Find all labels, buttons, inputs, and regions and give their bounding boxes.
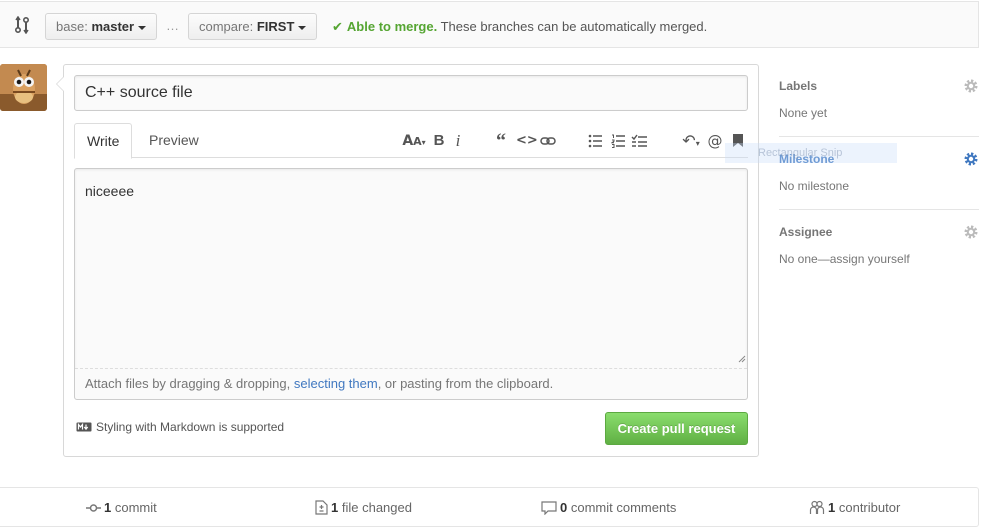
compare-prefix: compare: [199,19,254,34]
italic-icon[interactable]: i [449,131,467,151]
comments-summary[interactable]: 0 commit comments [541,500,676,515]
compare-bar: base: master … compare: FIRST ✔ Able to m… [0,1,979,48]
tab-preview[interactable]: Preview [137,123,211,158]
resize-grip-icon[interactable] [738,355,746,363]
check-icon: ✔ [332,19,343,34]
task-list-icon[interactable] [630,131,648,151]
attach-text-after: , or pasting from the clipboard. [377,376,554,391]
chevron-down-icon [298,25,307,30]
ordered-list-icon[interactable] [609,131,627,151]
contributors-count: 1 [828,500,836,515]
compare-summary: 1 commit 1 file changed 0 commit comment… [0,487,979,527]
files-label: file changed [341,500,412,515]
compare-separator: … [166,18,179,33]
link-icon[interactable] [539,131,557,151]
commit-icon [86,504,101,512]
select-files-link[interactable]: selecting them [294,376,378,391]
commits-summary[interactable]: 1 commit [86,500,157,515]
files-count: 1 [331,500,339,515]
sidebar: Labels None yet Milestone No milestone A… [779,64,979,283]
markdown-icon [76,422,92,432]
avatar[interactable] [0,64,47,111]
gear-icon[interactable] [963,78,979,94]
text-size-icon[interactable]: AA▾ [400,131,428,151]
merge-ok-text: Able to merge. [346,19,438,34]
markdown-note-text: Styling with Markdown is supported [96,420,285,434]
attach-files-bar[interactable]: Attach files by dragging & dropping, sel… [75,368,747,399]
contributors-summary[interactable]: 1 contributor [809,500,900,515]
comment-textarea[interactable]: niceeee Attach files by dragging & dropp… [74,168,748,400]
comment-icon [541,501,557,515]
assignee-heading: Assignee [779,225,833,239]
sidebar-labels: Labels None yet [779,64,979,137]
compare-icon [14,16,30,34]
commits-count: 1 [104,500,112,515]
files-summary[interactable]: 1 file changed [315,500,412,515]
base-prefix: base: [56,19,88,34]
code-icon[interactable]: <> [516,131,538,151]
reply-icon[interactable]: ↶▾ [678,131,704,151]
assignee-value[interactable]: No one—assign yourself [779,252,910,266]
bold-icon[interactable]: B [430,131,448,151]
contributors-label: contributor [838,500,901,515]
comments-label: commit comments [570,500,677,515]
labels-heading: Labels [779,79,818,93]
avatar-image [0,64,47,111]
markdown-note[interactable]: Styling with Markdown is supported [76,420,284,434]
labels-value: None yet [779,106,828,120]
quote-icon[interactable]: “ [492,131,510,151]
gear-icon[interactable] [963,151,979,167]
create-pull-request-button[interactable]: Create pull request [605,412,748,445]
title-input[interactable]: C++ source file [74,75,748,111]
file-diff-icon [315,500,328,515]
comment-text: niceeee [85,183,135,199]
mention-icon[interactable]: @ [706,131,724,151]
compare-branch-name: FIRST [256,19,295,34]
gear-icon[interactable] [963,224,979,240]
attach-text-before: Attach files by dragging & dropping, [85,376,294,391]
merge-description: These branches can be automatically merg… [440,19,708,34]
comments-count: 0 [560,500,568,515]
people-icon [809,500,825,514]
tab-write[interactable]: Write [74,123,133,159]
compare-branch-selector[interactable]: compare: FIRST [188,13,318,40]
milestone-value: No milestone [779,179,850,193]
chevron-down-icon [138,25,147,30]
pull-request-form: C++ source file Write Preview AA▾ B i “ … [56,64,759,457]
unordered-list-icon[interactable] [586,131,604,151]
merge-status: ✔ Able to merge. These branches can be au… [332,19,707,35]
sidebar-assignee: Assignee No one—assign yourself [779,210,979,283]
commits-label: commit [114,500,157,515]
snip-overlay: Rectangular Snip [725,143,897,163]
base-branch-name: master [91,19,135,34]
base-branch-selector[interactable]: base: master [45,13,158,40]
